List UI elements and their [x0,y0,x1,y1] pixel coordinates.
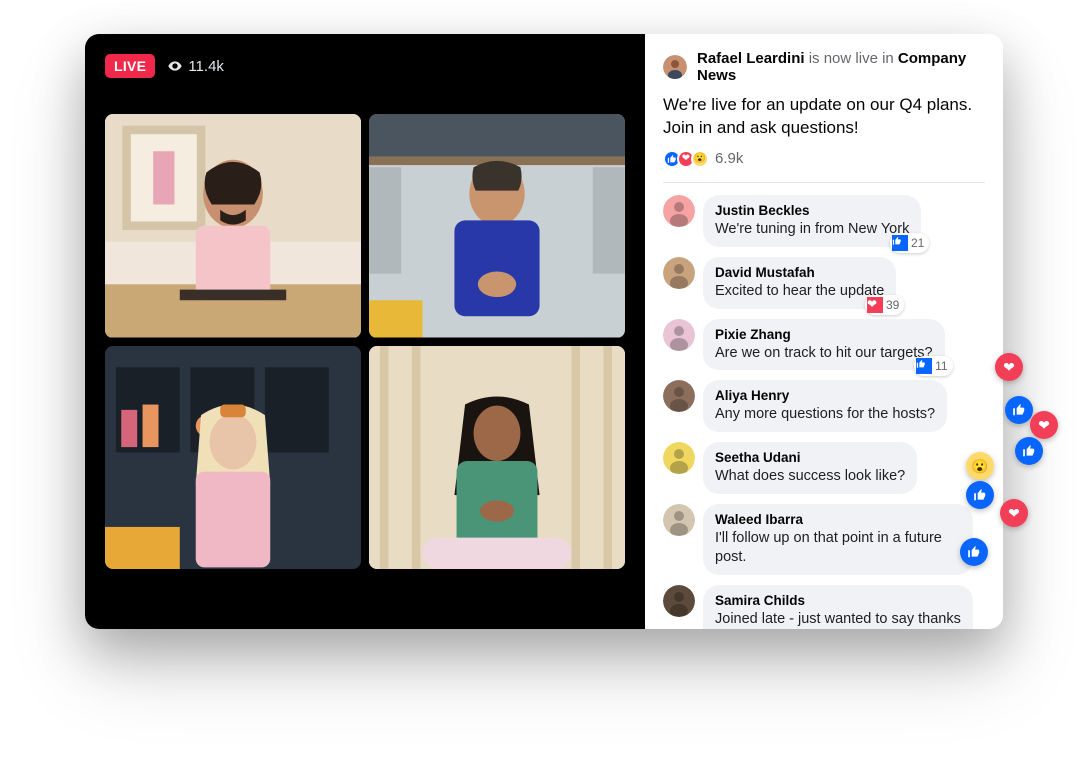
avatar [663,257,695,289]
comment-reaction[interactable]: 11 [914,356,952,376]
comment-author: Seetha Udani [715,450,905,465]
like-icon [966,481,994,509]
comment[interactable]: Seetha Udani What does success look like… [663,442,985,494]
comment-bubble: Aliya Henry Any more questions for the h… [703,380,947,432]
chat-pane: Rafael Leardini is now live in Company N… [645,34,1003,629]
love-icon: ❤ [1000,499,1028,527]
wow-icon: 😮 [691,150,709,168]
comment-author: Waleed Ibarra [715,512,961,527]
comment-author: David Mustafah [715,265,884,280]
comment-bubble: David Mustafah Excited to hear the updat… [703,257,896,309]
comment[interactable]: David Mustafah Excited to hear the updat… [663,257,985,309]
avatar [663,585,695,617]
comment[interactable]: Pixie Zhang Are we on track to hit our t… [663,319,985,371]
eye-icon [167,58,183,74]
avatar [663,55,687,79]
video-tile[interactable] [369,114,625,338]
video-tile[interactable] [105,346,361,570]
video-grid [105,114,625,569]
comment-bubble: Seetha Udani What does success look like… [703,442,917,494]
live-status-row: LIVE 11.4k [105,54,625,78]
love-icon: ❤ [1030,411,1058,439]
video-tile[interactable] [369,346,625,570]
comments-list: Justin Beckles We're tuning in from New … [663,195,985,629]
viewer-count: 11.4k [167,58,224,75]
comment-bubble: Samira Childs Joined late - just wanted … [703,585,973,629]
like-icon [1005,396,1033,424]
avatar [663,380,695,412]
post-text: We're live for an update on our Q4 plans… [663,94,985,140]
comment[interactable]: Samira Childs Joined late - just wanted … [663,585,985,629]
comment[interactable]: Waleed Ibarra I'll follow up on that poi… [663,504,985,575]
comment-text: Any more questions for the hosts? [715,405,935,424]
comment-text: Are we on track to hit our targets? [715,344,933,363]
comment-author: Pixie Zhang [715,327,933,342]
video-tile[interactable] [105,114,361,338]
comment-text: Excited to hear the update [715,282,884,301]
wow-icon: 😮 [966,452,994,480]
reactions-summary[interactable]: ❤ 😮 6.9k [663,150,985,183]
viewer-count-text: 11.4k [188,58,224,75]
live-badge: LIVE [105,54,155,78]
comment-reaction[interactable]: 21 [890,233,929,253]
live-viewport: LIVE 11.4k [85,34,1003,629]
comment[interactable]: Aliya Henry Any more questions for the h… [663,380,985,432]
like-icon [960,538,988,566]
love-icon: ❤ [995,353,1023,381]
reaction-count: 6.9k [715,150,743,167]
avatar [663,442,695,474]
comment-bubble: Justin Beckles We're tuning in from New … [703,195,921,247]
comment-author: Justin Beckles [715,203,909,218]
comment-reaction[interactable]: ❤39 [865,295,904,315]
comment-author: Samira Childs [715,593,961,608]
like-icon [1015,437,1043,465]
video-pane: LIVE 11.4k [85,34,645,629]
avatar [663,195,695,227]
chat-header: Rafael Leardini is now live in Company N… [663,50,985,84]
reaction-icons: ❤ 😮 [663,150,709,168]
header-text: Rafael Leardini is now live in Company N… [697,50,985,84]
avatar [663,319,695,351]
comment[interactable]: Justin Beckles We're tuning in from New … [663,195,985,247]
comment-author: Aliya Henry [715,388,935,403]
comment-text: We're tuning in from New York [715,220,909,239]
header-middle: is now live in [805,50,898,67]
comment-text: Joined late - just wanted to say thanks … [715,610,961,629]
comment-bubble: Pixie Zhang Are we on track to hit our t… [703,319,945,371]
comment-bubble: Waleed Ibarra I'll follow up on that poi… [703,504,973,575]
header-author: Rafael Leardini [697,50,805,67]
comment-text: What does success look like? [715,467,905,486]
comment-text: I'll follow up on that point in a future… [715,529,961,567]
avatar [663,504,695,536]
